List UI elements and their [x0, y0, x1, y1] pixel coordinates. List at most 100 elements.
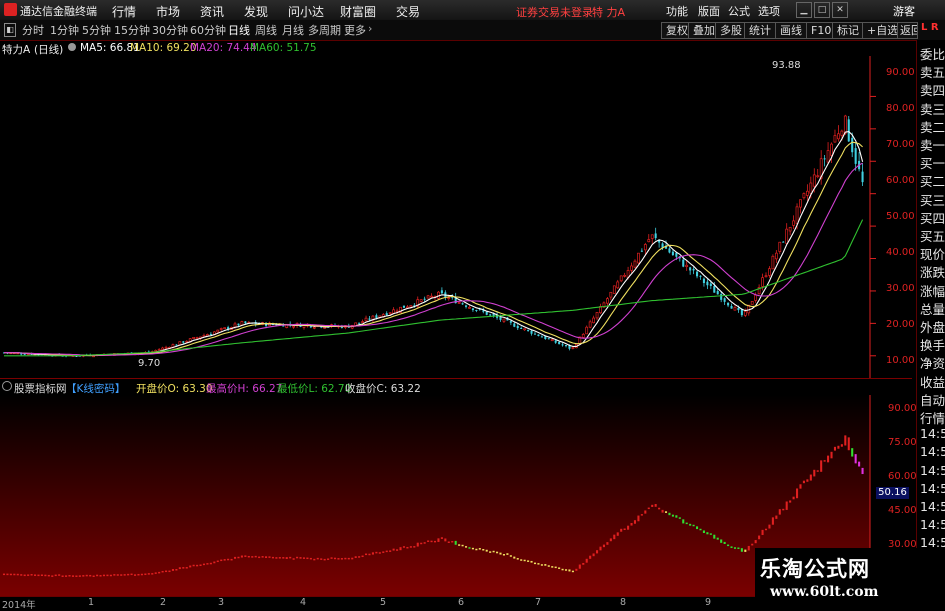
candle-body	[785, 228, 789, 244]
side-panel-item[interactable]: 行情	[920, 408, 945, 427]
drawing-button[interactable]: 画线	[775, 22, 807, 39]
x-tick: 2	[160, 597, 167, 608]
indicator-bar	[278, 557, 281, 559]
candle-body	[675, 252, 678, 257]
indicator-bar	[133, 574, 137, 576]
indicator-bar	[533, 562, 537, 565]
candle-body	[244, 321, 247, 324]
x-tick: 8	[620, 597, 627, 608]
back-button[interactable]: 返回	[897, 22, 918, 39]
menu-trade[interactable]: 交易	[396, 3, 420, 20]
mark-button[interactable]: 标记	[832, 22, 864, 39]
indicator-open: 开盘价O: 63.30	[136, 383, 213, 395]
indicator-bar	[713, 534, 716, 539]
side-panel-item[interactable]: 14:5	[920, 499, 945, 514]
side-panel-item[interactable]: 14:5	[920, 517, 945, 532]
indicator-bar	[199, 564, 202, 566]
candle-body	[609, 291, 613, 298]
maximize-icon[interactable]: □	[814, 2, 830, 18]
indicator-bar	[720, 539, 723, 543]
minimize-icon[interactable]: ▁	[796, 2, 812, 18]
indicator-bar	[254, 555, 257, 558]
candle-body	[696, 271, 699, 277]
period-more[interactable]: 更多	[344, 22, 366, 38]
statistics-button[interactable]: 统计	[744, 22, 776, 39]
candle-body	[509, 321, 512, 323]
indicator-bar	[558, 567, 561, 569]
x-tick: 5	[380, 597, 387, 608]
period-daily[interactable]: 日线	[228, 22, 250, 38]
indicator-bar	[437, 538, 440, 542]
menu-quotes[interactable]: 行情	[112, 3, 136, 20]
indicator-bar	[506, 553, 509, 555]
indicator-bar	[313, 558, 316, 561]
stock-name: 特力A	[2, 44, 31, 56]
candle-body	[564, 345, 568, 347]
period-monthly[interactable]: 月线	[282, 22, 304, 38]
panel-toggle-icon[interactable]: ◧	[4, 23, 16, 37]
indicator-bar	[137, 573, 140, 576]
indicator-bar	[299, 557, 302, 559]
close-icon[interactable]: ✕	[832, 2, 848, 18]
guest-label[interactable]: 游客	[893, 3, 915, 19]
indicator-bar	[175, 568, 178, 571]
menu-formula[interactable]: 公式	[728, 3, 750, 19]
menu-discover[interactable]: 发现	[244, 3, 268, 20]
indicator-formula[interactable]: 【K线密码】	[66, 381, 125, 396]
candle-body	[585, 326, 589, 335]
period-30min[interactable]: 30分钟	[152, 22, 188, 38]
candle-body	[440, 290, 443, 294]
candle-body	[743, 311, 747, 316]
side-panel-item[interactable]: 自动	[920, 390, 945, 409]
multi-stock-button[interactable]: 多股	[715, 22, 747, 39]
indicator-bar	[151, 573, 154, 575]
period-weekly[interactable]: 周线	[255, 22, 277, 38]
indicator-close: 收盘价C: 63.22	[345, 383, 421, 395]
candle-body	[799, 199, 802, 208]
menu-xiaoda[interactable]: 问小达	[288, 3, 324, 20]
side-panel-item[interactable]: 14:5	[920, 481, 945, 496]
indicator-bar	[596, 550, 599, 554]
login-status[interactable]: 证券交易未登录	[516, 4, 593, 20]
candle-body	[571, 347, 575, 349]
indicator-bar	[482, 548, 485, 551]
indicator-bar	[499, 552, 502, 555]
side-corner-label[interactable]: L R	[921, 22, 939, 33]
menu-layout[interactable]: 版面	[698, 3, 720, 19]
period-15min[interactable]: 15分钟	[114, 22, 150, 38]
indicator-bar	[285, 557, 288, 560]
indicator-bar	[6, 573, 9, 576]
side-panel-item[interactable]: 14:5	[920, 426, 945, 441]
indicator-bar	[613, 534, 616, 540]
indicator-bar	[58, 574, 61, 576]
settings-dot-icon[interactable]	[68, 43, 76, 51]
chart-period-label: (日线)	[34, 44, 64, 56]
indicator-bar	[337, 558, 340, 560]
indicator-bar	[689, 523, 692, 526]
price-chart[interactable]	[0, 56, 912, 378]
period-5min[interactable]: 5分钟	[82, 22, 111, 38]
menu-options[interactable]: 选项	[758, 3, 780, 19]
period-1min[interactable]: 1分钟	[50, 22, 79, 38]
candle-body	[647, 239, 651, 243]
side-panel-item[interactable]: 14:5	[920, 463, 945, 478]
menu-market[interactable]: 市场	[156, 3, 180, 20]
indicator-bar	[706, 532, 709, 535]
side-panel-item[interactable]: 14:5	[920, 444, 945, 459]
period-multi[interactable]: 多周期	[308, 22, 341, 38]
period-minute-chart[interactable]: 分时	[22, 22, 44, 38]
menu-function[interactable]: 功能	[666, 3, 688, 19]
menu-wealth[interactable]: 财富圈	[340, 3, 376, 20]
period-60min[interactable]: 60分钟	[190, 22, 226, 38]
menu-news[interactable]: 资讯	[200, 3, 224, 20]
indicator-bar	[806, 479, 809, 482]
app-title: 通达信金融终端	[20, 5, 97, 18]
more-chevron-icon[interactable]: ›	[368, 22, 372, 35]
indicator-settings-icon[interactable]	[2, 381, 12, 391]
indicator-bar	[154, 572, 157, 574]
indicator-bar	[378, 552, 381, 554]
indicator-bar	[527, 560, 530, 562]
candle-body	[192, 337, 196, 339]
indicator-bar	[102, 574, 106, 577]
candle-body	[727, 302, 730, 306]
